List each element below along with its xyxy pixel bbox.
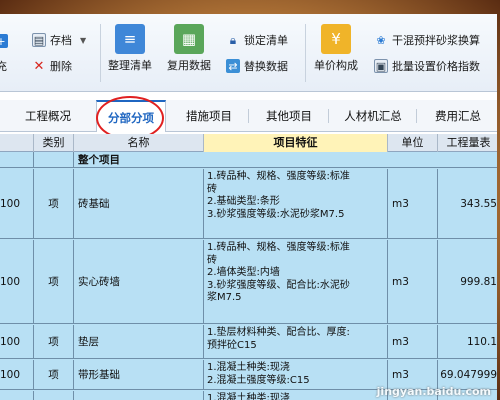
replace-data-label: 替换数据 <box>244 60 288 73</box>
table-cell <box>34 152 74 167</box>
row-quantity: 110.1 <box>466 335 497 348</box>
toolbar-divider <box>100 24 101 82</box>
row-code: 100 <box>0 325 34 358</box>
batch-settings-icon: ▣ <box>374 59 388 73</box>
row-name: 垫层 <box>74 325 204 358</box>
row-code: 100 <box>0 240 34 323</box>
items-table: 类别 名称 项目特征 单位 工程量表 整个项目 100 项 砖基础 1.砖品种、… <box>0 134 497 400</box>
table-row[interactable]: 100 项 实心砖墙 1.砖品种、规格、强度等级:标准 砖 2.墙体类型:内墙 … <box>0 240 497 324</box>
unit-price-button[interactable]: ¥ 单价构成 <box>314 24 358 73</box>
mortar-conversion-label: 干混预拌砂浆换算 <box>392 34 480 47</box>
batch-price-index-button[interactable]: ▣ 批量设置价格指数 <box>374 58 480 74</box>
reuse-data-label: 复用数据 <box>167 59 211 72</box>
tab-other-items[interactable]: 其他项目 <box>250 100 328 132</box>
row-type: 项 <box>34 325 74 358</box>
watermark: jingyan.baidu.com <box>376 385 491 398</box>
row-quantity: 343.55 <box>460 197 497 210</box>
table-row[interactable]: 100 项 砖基础 1.砖品种、规格、强度等级:标准 砖 2.基础类型:条形 3… <box>0 169 497 239</box>
delete-label: 删除 <box>50 60 72 73</box>
header-type[interactable]: 类别 <box>34 134 74 152</box>
row-name: 实心砖墙 <box>74 240 204 323</box>
group-name: 整个项目 <box>78 154 120 166</box>
row-unit: m3 <box>388 169 438 238</box>
tab-divider <box>328 109 329 123</box>
lock-icon: 🔒︎ <box>229 32 237 47</box>
toolbar-divider <box>305 24 306 82</box>
save-label: 存档 <box>50 34 72 47</box>
row-name: 砖基础 <box>74 169 204 238</box>
chevron-down-icon: ▼ <box>80 35 87 45</box>
table-header: 类别 名称 项目特征 单位 工程量表 <box>0 134 497 152</box>
partial-blue-icon: + <box>0 34 8 48</box>
tab-measure-items[interactable]: 措施项目 <box>170 100 248 132</box>
tab-cost-summary[interactable]: 费用汇总 <box>416 100 497 132</box>
save-button[interactable]: ▤ 存档 ▼ <box>32 32 86 48</box>
row-code: 100 <box>0 360 34 389</box>
tab-labor-material-summary[interactable]: 人材机汇总 <box>330 100 416 132</box>
header-quantity[interactable]: 工程量表 <box>438 134 497 152</box>
row-code: 100 <box>0 169 34 238</box>
row-name: 带形基础 <box>74 360 204 389</box>
table-row[interactable]: 100 项 垫层 1.垫层材料种类、配合比、厚度: 预拌砼C15 m3 110.… <box>0 325 497 359</box>
row-feature: 1.混凝土种类:现浇 2.混凝土强度等级:C15 <box>204 360 388 389</box>
reuse-data-icon: ▦ <box>174 24 204 54</box>
header-code[interactable] <box>0 134 34 152</box>
replace-data-button[interactable]: ⇄ 替换数据 <box>226 58 288 74</box>
lock-list-button[interactable]: 🔒︎ 锁定清单 <box>226 32 288 48</box>
row-type <box>34 391 74 400</box>
row-name <box>74 391 204 400</box>
lock-list-label: 锁定清单 <box>244 34 288 47</box>
batch-price-index-label: 批量设置价格指数 <box>392 60 480 73</box>
organize-list-icon: ≡ <box>115 24 145 54</box>
row-type: 项 <box>34 360 74 389</box>
yen-icon: ¥ <box>321 24 351 54</box>
module-tabs: 工程概况 分部分项 措施项目 其他项目 人材机汇总 费用汇总 <box>0 100 497 132</box>
row-type: 项 <box>34 169 74 238</box>
table-cell <box>0 152 34 167</box>
row-unit: m3 <box>388 240 438 323</box>
row-feature: 1.砖品种、规格、强度等级:标准 砖 2.基础类型:条形 3.砂浆强度等级:水泥… <box>204 169 388 238</box>
organize-list-label: 整理清单 <box>108 59 152 72</box>
app-window: 充 + ▤ 存档 ▼ ✕ 删除 ≡ 整理清单 ▦ 复用数据 🔒︎ 锁定清单 ⇄ <box>0 14 497 400</box>
mortar-icon: ❀ <box>376 33 386 47</box>
header-name[interactable]: 名称 <box>74 134 204 152</box>
ribbon-toolbar: 充 + ▤ 存档 ▼ ✕ 删除 ≡ 整理清单 ▦ 复用数据 🔒︎ 锁定清单 ⇄ <box>0 14 497 92</box>
delete-x-icon: ✕ <box>33 58 45 74</box>
save-icon: ▤ <box>32 33 46 47</box>
partial-icon: + <box>0 34 12 48</box>
row-type: 项 <box>34 240 74 323</box>
row-quantity: 999.81 <box>460 275 497 288</box>
cut-off-label: 充 <box>0 60 7 73</box>
reuse-data-button[interactable]: ▦ 复用数据 <box>167 24 211 73</box>
row-code <box>0 391 34 400</box>
row-feature: 1.混凝土种类:现浇 <box>204 391 388 400</box>
header-unit[interactable]: 单位 <box>388 134 438 152</box>
tab-sub-items[interactable]: 分部分项 <box>96 100 166 132</box>
mortar-conversion-button[interactable]: ❀ 干混预拌砂浆换算 <box>374 32 480 48</box>
row-feature: 1.砖品种、规格、强度等级:标准 砖 2.墙体类型:内墙 3.砂浆强度等级、配合… <box>204 240 388 323</box>
table-row-group[interactable]: 整个项目 <box>0 152 497 168</box>
tab-divider <box>248 109 249 123</box>
organize-list-button[interactable]: ≡ 整理清单 <box>108 24 152 73</box>
delete-button[interactable]: ✕ 删除 <box>32 58 72 74</box>
header-feature[interactable]: 项目特征 <box>204 134 388 152</box>
cut-off-button[interactable]: 充 <box>0 58 7 74</box>
unit-price-label: 单价构成 <box>314 59 358 72</box>
tab-project-overview[interactable]: 工程概况 <box>0 100 96 132</box>
row-feature: 1.垫层材料种类、配合比、厚度: 预拌砼C15 <box>204 325 388 358</box>
row-unit: m3 <box>388 325 438 358</box>
replace-data-icon: ⇄ <box>226 59 240 73</box>
